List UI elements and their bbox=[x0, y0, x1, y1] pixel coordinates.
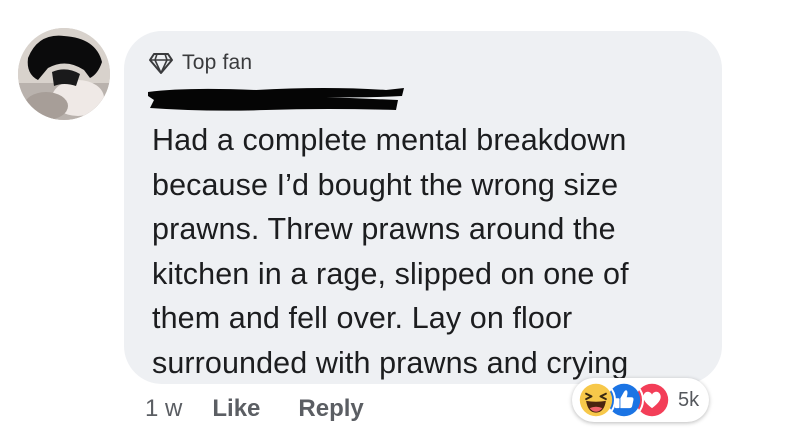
diamond-icon bbox=[149, 53, 173, 74]
top-fan-badge: Top fan bbox=[148, 48, 252, 78]
comment-timestamp[interactable]: 1 w bbox=[145, 395, 182, 423]
comment-text: Had a complete mental breakdown because … bbox=[152, 123, 629, 380]
reply-button[interactable]: Reply bbox=[298, 395, 363, 423]
comment-actions: 1 w Like Reply bbox=[145, 395, 364, 423]
redacted-author-name bbox=[148, 88, 404, 111]
comment-screenshot: Top fan Had a complete mental breakdown … bbox=[0, 0, 800, 435]
avatar[interactable] bbox=[18, 28, 110, 120]
avatar-photo bbox=[18, 28, 110, 120]
reaction-count: 5k bbox=[678, 388, 700, 411]
like-button[interactable]: Like bbox=[212, 395, 260, 423]
reactions-summary[interactable]: 5k bbox=[572, 378, 710, 422]
haha-reaction-icon bbox=[576, 380, 616, 420]
badge-label: Top fan bbox=[182, 51, 253, 74]
